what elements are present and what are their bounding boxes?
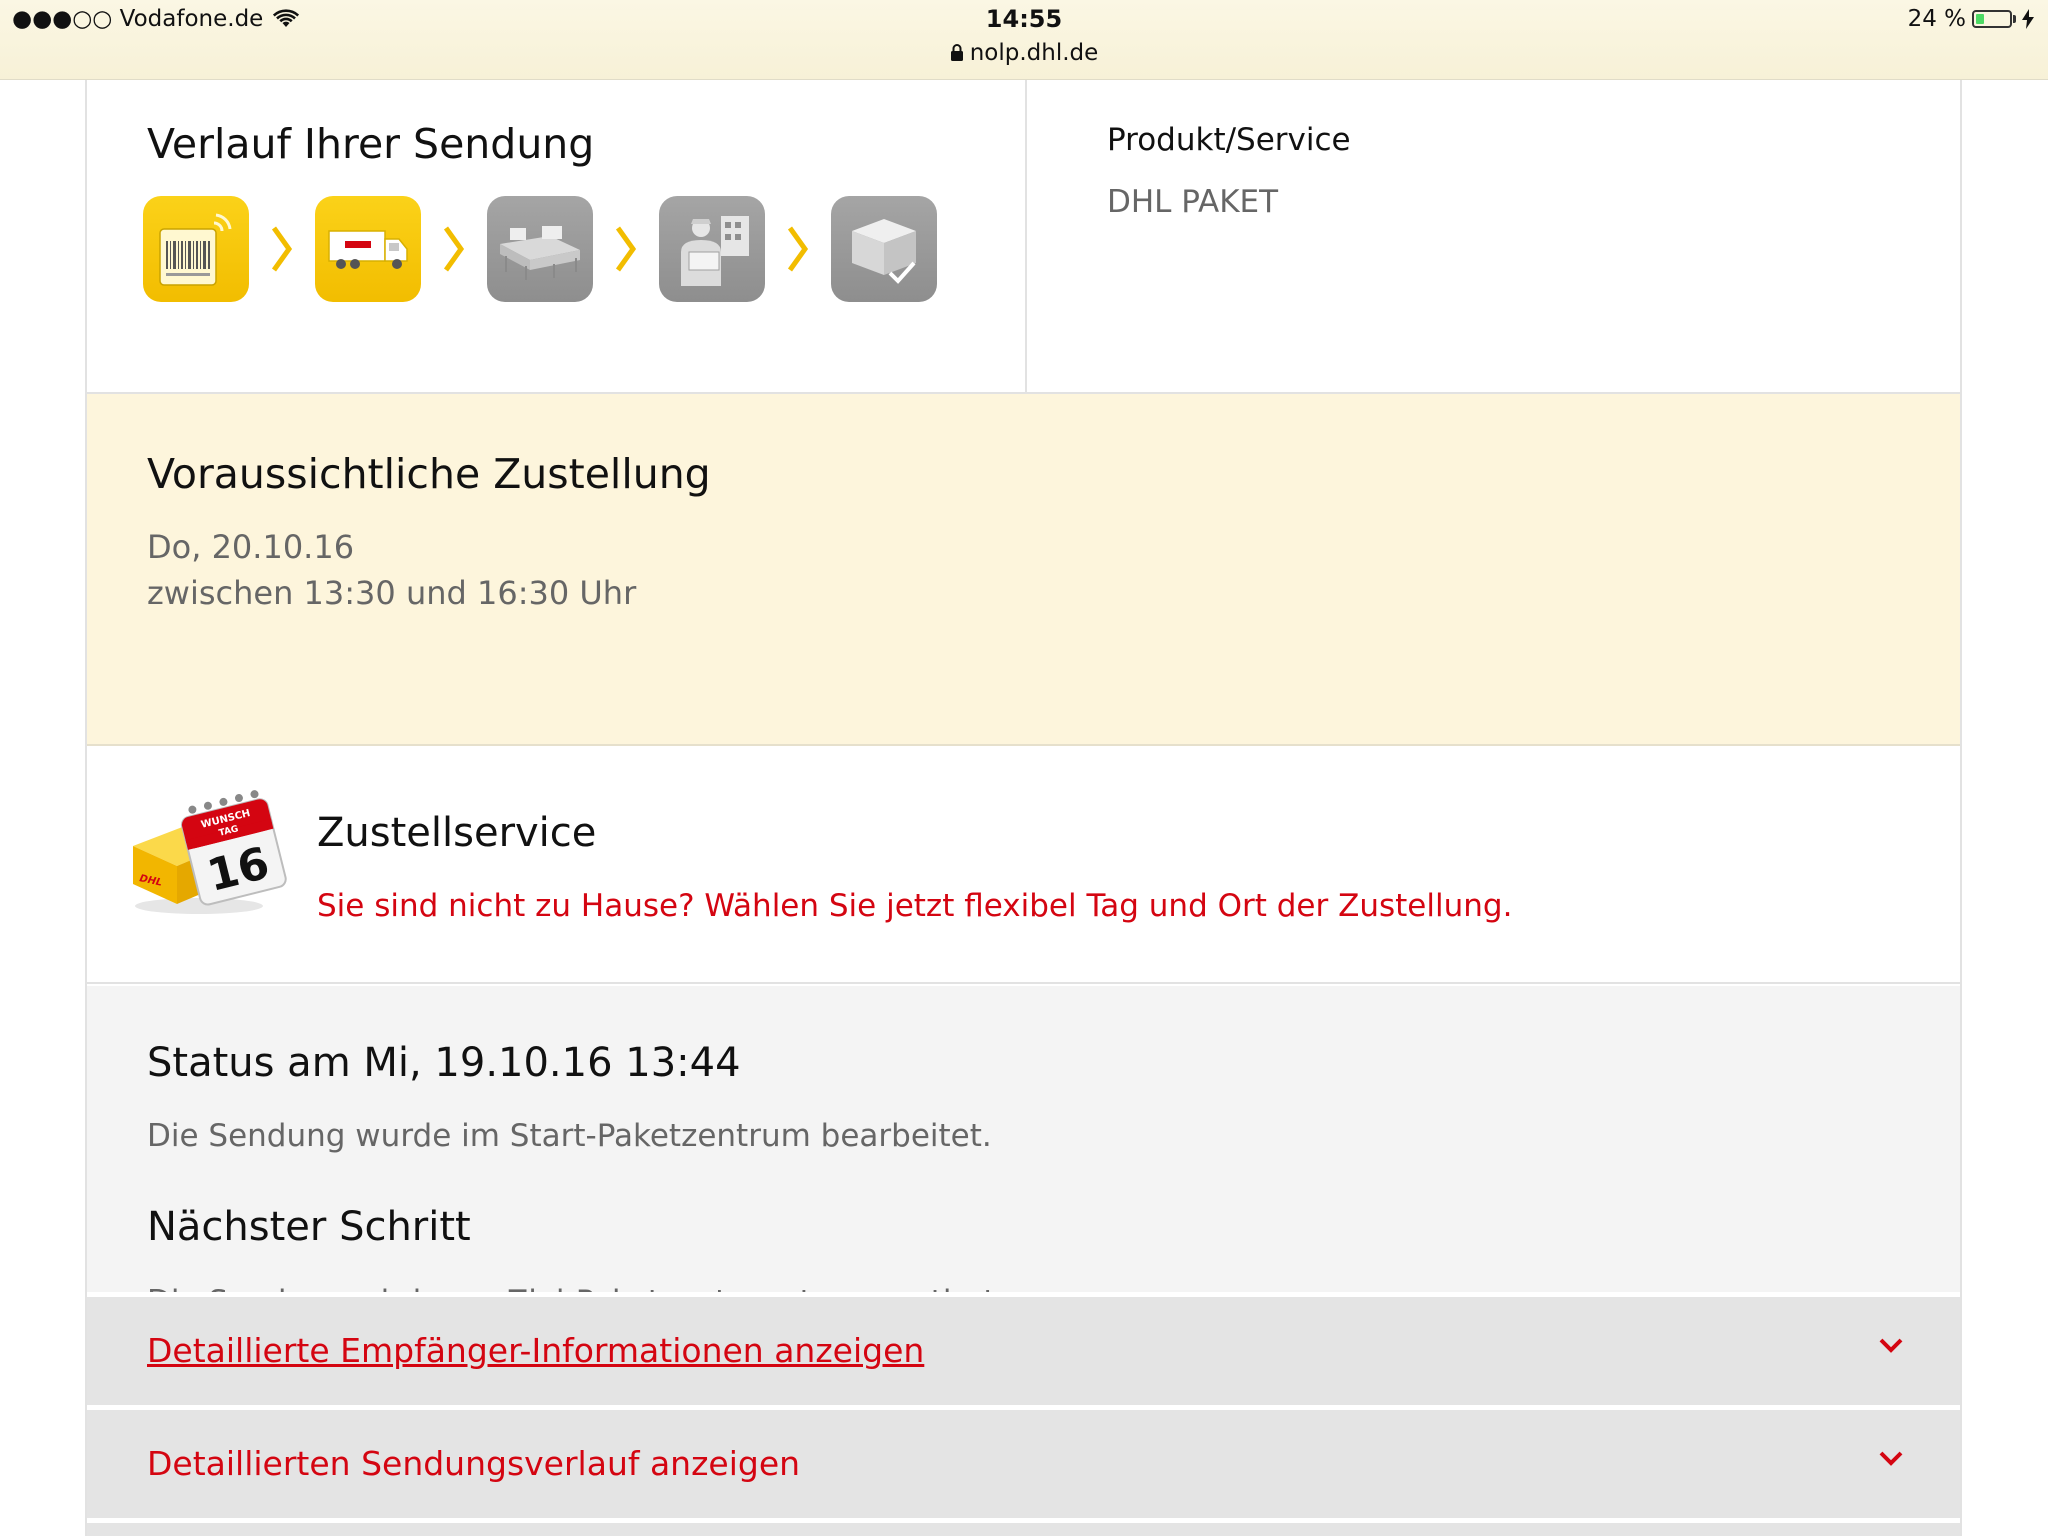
estimated-delivery-date: Do, 20.10.16 [147, 528, 355, 566]
lock-icon [950, 44, 963, 61]
step-truck [315, 196, 421, 302]
estimated-delivery-window: zwischen 13:30 und 16:30 Uhr [147, 574, 637, 612]
shipment-history-label[interactable]: Detaillierten Sendungsverlauf anzeigen [147, 1444, 800, 1483]
chevron-down-icon[interactable] [1878, 1450, 1904, 1468]
status-title: Status am Mi, 19.10.16 13:44 [147, 1040, 741, 1086]
shipment-progress-panel: Verlauf Ihrer Sendung [87, 80, 1027, 392]
tracking-content: Verlauf Ihrer Sendung Produkt/Service DH… [85, 80, 1962, 1536]
delivery-options-link[interactable]: Sie sind nicht zu Hause? Wählen Sie jetz… [317, 888, 1512, 924]
step-separator [593, 225, 659, 273]
progress-title: Verlauf Ihrer Sendung [147, 120, 595, 168]
product-panel: Produkt/Service DHL PAKET [1025, 80, 1960, 392]
delivery-service-title: Zustellservice [317, 810, 597, 856]
battery-tip [2013, 15, 2016, 23]
battery-level [1976, 14, 1984, 24]
wunschtag-calendar-icon: DHL WUNSCH TAG 16 [129, 788, 289, 922]
battery-icon [1972, 10, 2012, 28]
url-text: nolp.dhl.de [969, 40, 1099, 66]
shipment-history-toggle[interactable]: Detaillierten Sendungsverlauf anzeigen [87, 1410, 1960, 1518]
tracking-header-row: Verlauf Ihrer Sendung Produkt/Service DH… [87, 80, 1960, 394]
step-separator [765, 225, 831, 273]
ios-status-bar: ●●●○○ Vodafone.de 14:55 nolp.dhl.de 24 % [0, 0, 2048, 80]
step-barcode-scan [143, 196, 249, 302]
delivery-service-panel: DHL WUNSCH TAG 16 Zustellservice Sie sin… [87, 748, 1960, 984]
conveyor-icon [500, 226, 580, 280]
estimated-delivery-title: Voraussichtliche Zustellung [147, 450, 711, 498]
next-accordion-row[interactable] [87, 1523, 1960, 1536]
step-courier [659, 196, 765, 302]
clock: 14:55 [985, 5, 1063, 33]
progress-steps [143, 196, 937, 302]
estimated-delivery-panel: Voraussichtliche Zustellung Do, 20.10.16… [87, 394, 1960, 746]
chevron-down-icon[interactable] [1878, 1337, 1904, 1355]
chevron-right-icon [787, 226, 809, 272]
next-step-title: Nächster Schritt [147, 1204, 471, 1250]
barcode-scan-icon [159, 213, 232, 286]
battery-area: 24 % [1908, 6, 2034, 32]
step-separator [249, 225, 315, 273]
chevron-right-icon [271, 226, 293, 272]
address-bar[interactable]: nolp.dhl.de [0, 40, 2048, 66]
step-separator [421, 225, 487, 273]
battery-percent: 24 % [1907, 6, 1966, 32]
product-value: DHL PAKET [1107, 184, 1279, 220]
product-label: Produkt/Service [1107, 122, 1351, 158]
recipient-info-label[interactable]: Detaillierte Empfänger-Informationen anz… [147, 1331, 924, 1370]
step-delivered [831, 196, 937, 302]
status-text: Die Sendung wurde im Start-Paketzentrum … [147, 1118, 992, 1154]
chevron-right-icon [443, 226, 465, 272]
chevron-right-icon [615, 226, 637, 272]
courier-delivery-icon [681, 216, 749, 286]
dhl-truck-icon [328, 230, 408, 269]
recipient-info-toggle[interactable]: Detaillierte Empfänger-Informationen anz… [87, 1297, 1960, 1405]
charging-bolt-icon [2022, 9, 2034, 29]
step-sorting-center [487, 196, 593, 302]
parcel-delivered-icon [852, 219, 916, 284]
